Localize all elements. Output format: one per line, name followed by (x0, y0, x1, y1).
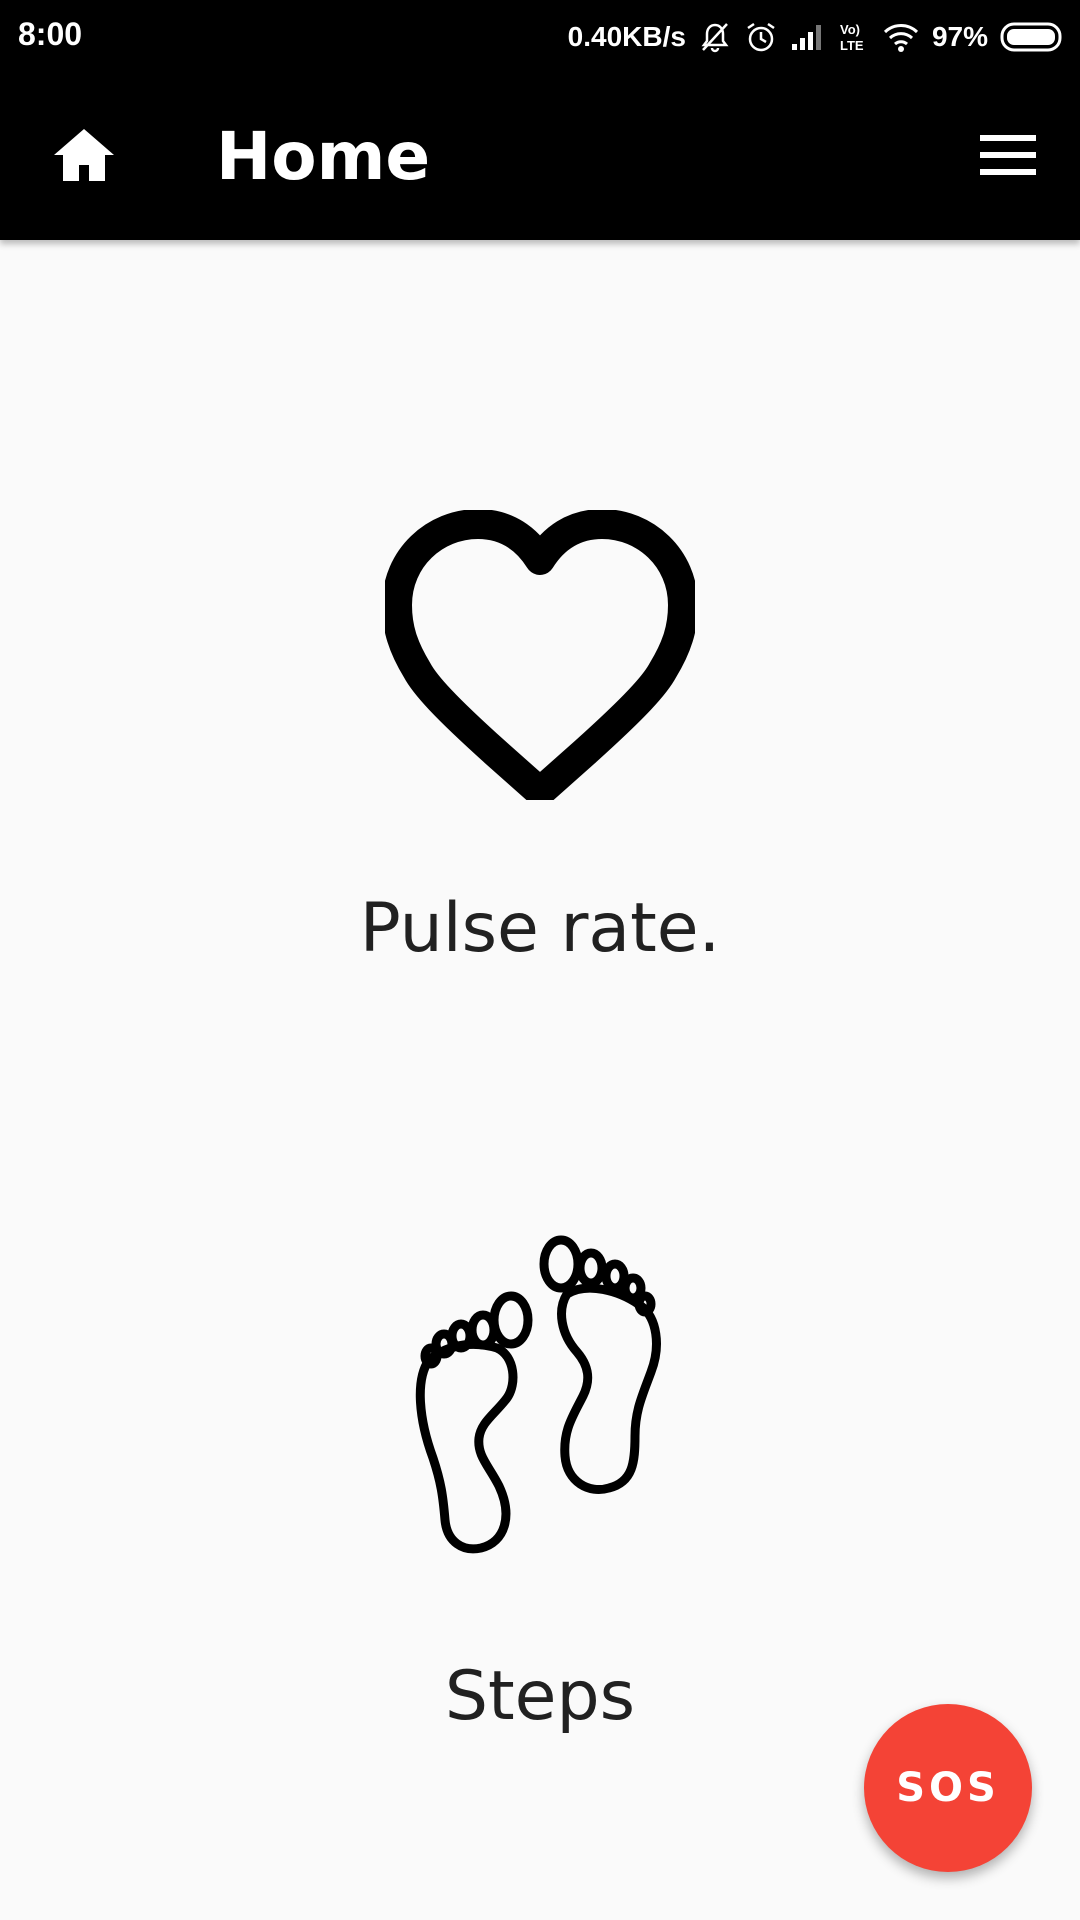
mute-icon (698, 20, 732, 54)
page-title: Home (216, 118, 431, 195)
signal-icon (790, 22, 826, 52)
footprints-icon (395, 1230, 685, 1565)
volte-icon: Vo) LTE (838, 20, 870, 54)
home-icon (52, 129, 116, 189)
steps-card[interactable]: Steps (0, 1230, 1080, 1750)
wifi-icon (882, 21, 920, 53)
sos-button[interactable]: SOS (864, 1704, 1032, 1872)
status-icons: 0.40KB/s Vo) LTE 97% (568, 14, 1064, 60)
menu-button[interactable] (980, 133, 1036, 177)
pulse-rate-card[interactable]: Pulse rate. (0, 509, 1080, 990)
menu-icon (980, 135, 1036, 181)
app-bar: Home (0, 73, 1080, 240)
network-speed: 0.40KB/s (567, 21, 686, 52)
battery-icon (1000, 21, 1064, 53)
svg-text:Vo): Vo) (840, 22, 860, 37)
battery-percent: 97% (931, 21, 988, 52)
pulse-rate-label: Pulse rate. (359, 889, 721, 968)
status-time: 8:00 (18, 16, 83, 52)
alarm-icon (744, 20, 778, 54)
svg-text:LTE: LTE (840, 38, 864, 53)
steps-label: Steps (444, 1657, 636, 1736)
heart-icon (382, 509, 698, 807)
home-button[interactable] (52, 125, 116, 185)
status-bar: 8:00 0.40KB/s Vo) LTE 97% (0, 0, 1080, 73)
